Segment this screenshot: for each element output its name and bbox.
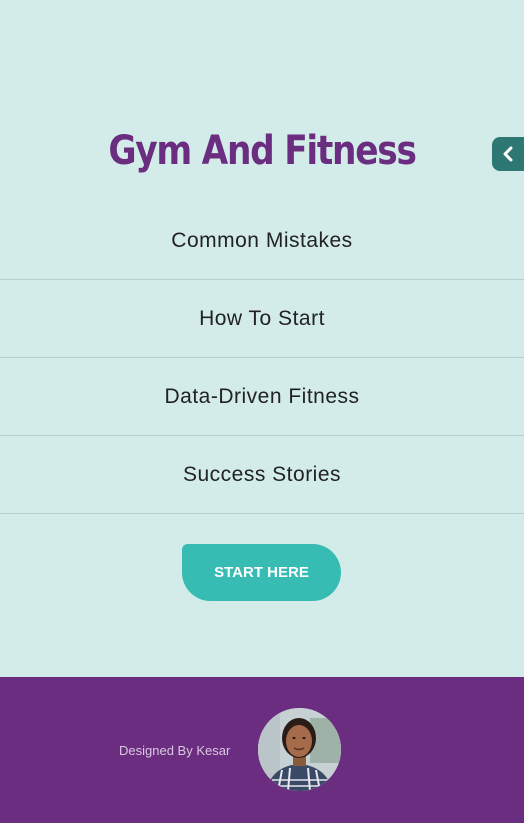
- menu-item-label: Common Mistakes: [171, 228, 353, 252]
- avatar: [258, 708, 341, 791]
- menu-item-label: Data-Driven Fitness: [164, 384, 360, 408]
- page-title: Gym And Fitness: [108, 128, 417, 174]
- menu-item-data-driven-fitness[interactable]: Data-Driven Fitness: [0, 358, 524, 436]
- main-panel: Gym And Fitness Common Mistakes How To S…: [0, 0, 524, 677]
- menu-item-common-mistakes[interactable]: Common Mistakes: [0, 202, 524, 280]
- start-here-button[interactable]: START HERE: [182, 544, 341, 601]
- menu-item-how-to-start[interactable]: How To Start: [0, 280, 524, 358]
- collapse-tab-button[interactable]: [492, 137, 524, 171]
- menu-item-success-stories[interactable]: Success Stories: [0, 436, 524, 514]
- menu-item-label: Success Stories: [182, 462, 342, 486]
- footer: Designed By Kesar: [0, 677, 524, 823]
- menu-item-label: How To Start: [199, 306, 325, 330]
- avatar-photo: [258, 708, 341, 791]
- designer-credit: Designed By Kesar: [119, 743, 231, 758]
- main-menu: Common Mistakes How To Start Data-Driven…: [0, 202, 524, 514]
- chevron-left-icon: [503, 146, 513, 162]
